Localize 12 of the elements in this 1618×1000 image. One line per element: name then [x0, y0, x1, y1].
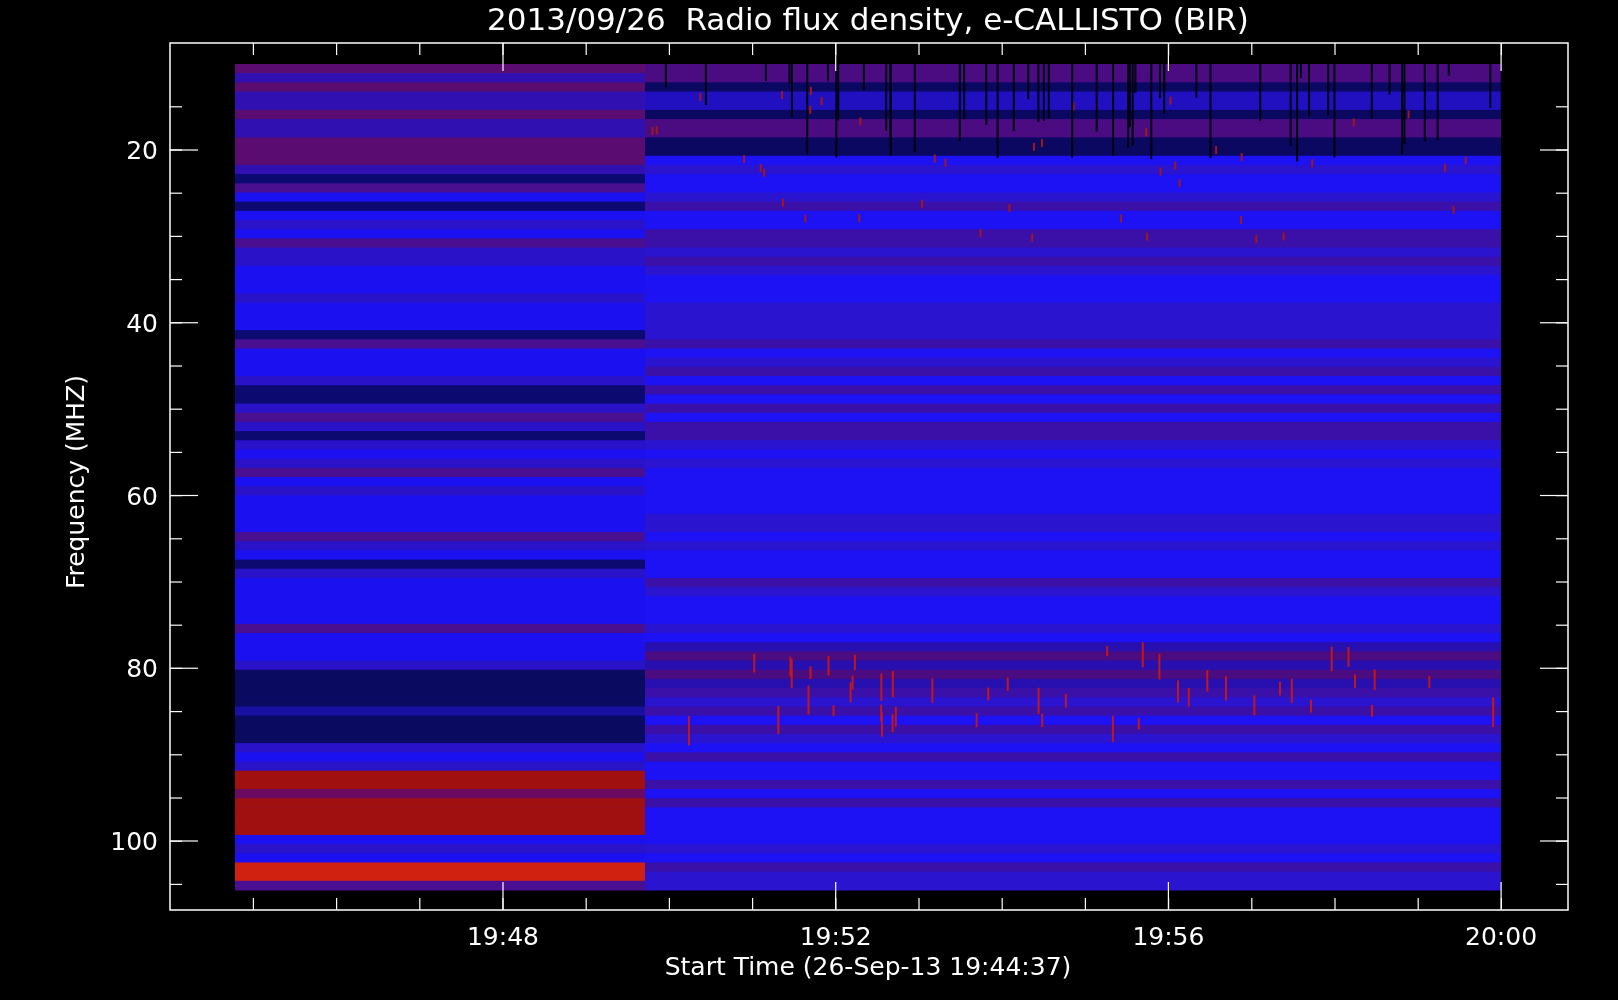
x-tick-label: 19:48 — [467, 922, 539, 951]
y-axis-title: Frequency (MHZ) — [61, 374, 90, 590]
y-tick-label: 20 — [126, 136, 158, 165]
chart-title: 2013/09/26 Radio flux density, e-CALLISTO (BIR) — [487, 1, 1249, 37]
y-tick-label: 80 — [126, 654, 158, 684]
y-tick-label: 40 — [126, 308, 158, 338]
x-tick-label: 19:56 — [1132, 922, 1205, 951]
y-tick-label: 60 — [126, 481, 158, 511]
y-tick-label: 100 — [110, 827, 158, 856]
x-tick-label: 19:52 — [799, 922, 872, 951]
x-axis-title: Start Time (26-Sep-13 19:44:37) — [664, 952, 1072, 981]
x-tick-label: 20:00 — [1465, 922, 1538, 951]
